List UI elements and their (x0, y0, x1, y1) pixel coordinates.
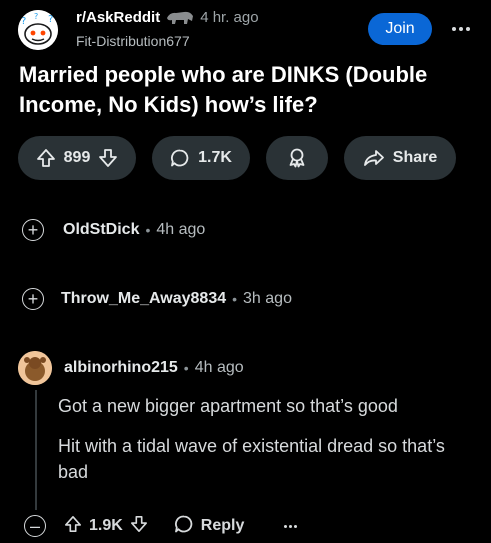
reply-button[interactable]: Reply (174, 514, 245, 539)
thread-line[interactable] (35, 390, 37, 510)
comment-actions: – 1.9K Reply (24, 512, 298, 540)
comment-author[interactable]: albinorhino215 (64, 359, 178, 377)
comment-vote: 1.9K (64, 515, 148, 538)
share-button[interactable]: Share (344, 136, 456, 180)
comment-body: Got a new bigger apartment so that’s goo… (58, 393, 458, 499)
expand-icon[interactable]: + (22, 219, 44, 241)
subreddit-flair-icon (166, 8, 194, 26)
post-author[interactable]: Fit-Distribution677 (76, 33, 190, 49)
comment-icon (174, 514, 194, 539)
snoo-avatar-icon[interactable]: ? ? ? (18, 10, 58, 50)
comment-time: 4h ago (156, 221, 206, 238)
svg-text:?: ? (34, 12, 38, 21)
award-icon (286, 147, 308, 169)
more-icon[interactable] (448, 19, 474, 39)
comment-icon (170, 148, 190, 168)
comment-time: 4h ago (194, 359, 244, 376)
downvote-icon[interactable] (130, 515, 148, 538)
comment-author[interactable]: OldStDick (63, 221, 139, 239)
expand-icon[interactable]: + (22, 288, 44, 310)
collapsed-comment[interactable]: + OldStDick • 4h ago (22, 217, 205, 243)
user-avatar-icon[interactable] (18, 351, 52, 385)
upvote-icon[interactable] (36, 148, 56, 168)
vote-count: 899 (63, 149, 91, 166)
more-icon[interactable] (284, 524, 298, 528)
subreddit-name[interactable]: r/AskReddit (76, 9, 160, 26)
post-header: ? ? ? r/AskReddit 4 hr. ago Fit-Distribu… (18, 6, 478, 52)
svg-text:?: ? (21, 16, 26, 27)
subreddit-line: r/AskReddit 4 hr. ago (76, 8, 259, 26)
join-button[interactable]: Join (368, 13, 432, 45)
separator-dot: • (232, 291, 238, 307)
comment-paragraph: Hit with a tidal wave of existential dre… (58, 436, 445, 482)
collapse-icon[interactable]: – (24, 515, 46, 537)
comment-count: 1.7K (198, 149, 232, 166)
share-label: Share (392, 149, 438, 166)
share-icon (363, 148, 385, 168)
award-button[interactable] (266, 136, 328, 180)
reply-label: Reply (200, 517, 245, 534)
comment-time: 3h ago (243, 290, 292, 307)
comment-vote-count: 1.9K (89, 517, 123, 534)
post-time: 4 hr. ago (200, 8, 259, 26)
separator-dot: • (183, 360, 189, 376)
post-title: Married people who are DINKS (Double Inc… (19, 62, 428, 117)
upvote-icon[interactable] (64, 515, 82, 538)
comments-button[interactable]: 1.7K (152, 136, 250, 180)
collapsed-comment[interactable]: + Throw_Me_Away8834 • 3h ago (22, 286, 292, 312)
comment-header: albinorhino215 • 4h ago (18, 351, 244, 385)
post-actions: 899 1.7K Share (18, 136, 478, 180)
comment-author[interactable]: Throw_Me_Away8834 (61, 290, 226, 308)
comment-paragraph: Got a new bigger apartment so that’s goo… (58, 396, 398, 416)
separator-dot: • (145, 222, 151, 238)
downvote-icon[interactable] (98, 148, 118, 168)
svg-text:?: ? (48, 14, 53, 25)
vote-pill: 899 (18, 136, 136, 180)
